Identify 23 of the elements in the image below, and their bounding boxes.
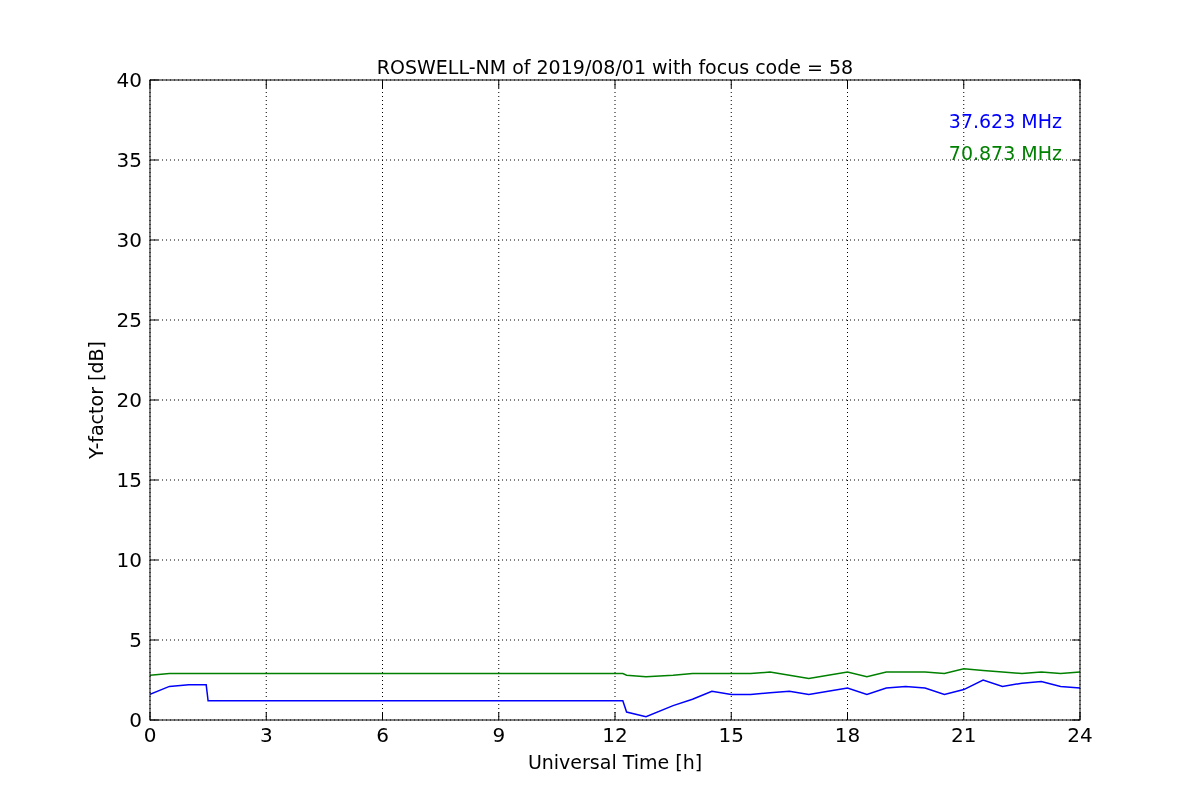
x-tick-label: 9	[492, 723, 506, 747]
legend-label: 70.873 MHz	[948, 142, 1062, 164]
y-tick-label: 0	[129, 708, 142, 732]
y-tick-label: 25	[116, 308, 142, 332]
x-tick-label: 0	[143, 723, 157, 747]
x-tick-label: 15	[718, 723, 744, 747]
y-axis-label: Y-factor [dB]	[85, 341, 107, 459]
y-tick-label: 5	[129, 628, 142, 652]
y-tick-label: 15	[116, 468, 142, 492]
x-tick-label: 3	[259, 723, 273, 747]
y-tick-label: 10	[116, 548, 142, 572]
legend-label: 37.623 MHz	[948, 110, 1062, 132]
y-tick-label: 35	[116, 148, 142, 172]
chart-title: ROSWELL-NM of 2019/08/01 with focus code = 58	[376, 56, 854, 78]
x-tick-label: 24	[1067, 723, 1093, 747]
x-tick-label: 18	[834, 723, 861, 747]
x-tick-label: 21	[951, 723, 977, 747]
y-tick-label: 20	[116, 388, 142, 412]
x-tick-label: 12	[602, 723, 628, 747]
x-tick-label: 6	[376, 723, 389, 747]
x-axis-label: Universal Time [h]	[527, 751, 703, 773]
y-tick-label: 30	[116, 228, 142, 252]
y-tick-label: 40	[116, 68, 142, 92]
